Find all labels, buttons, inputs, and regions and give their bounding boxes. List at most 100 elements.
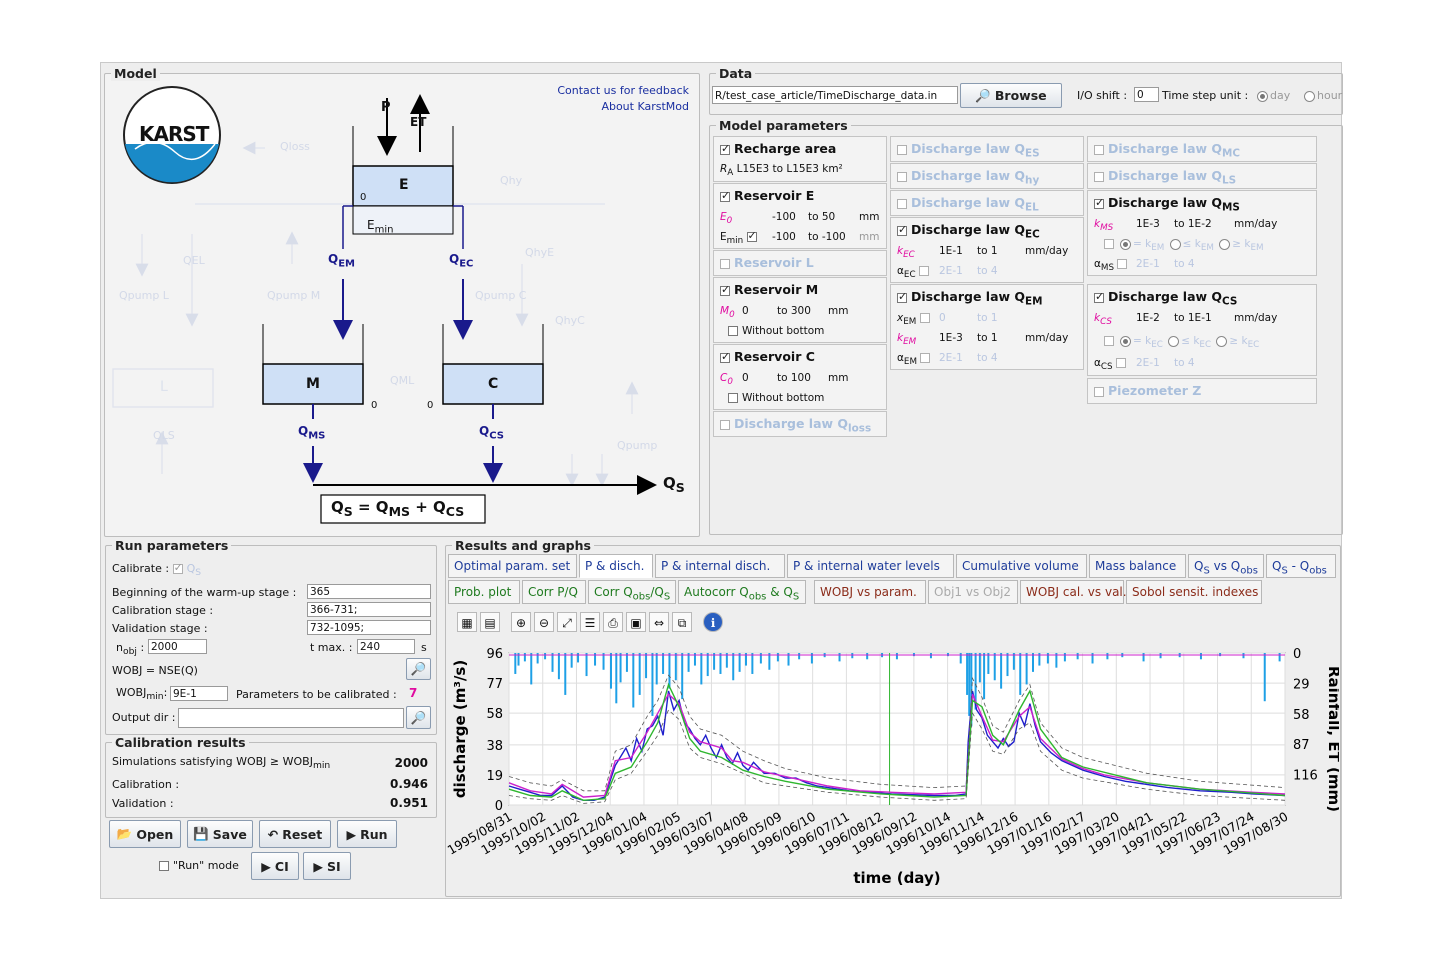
save-button[interactable]: 💾 Save (187, 820, 253, 848)
kec-from[interactable]: 1E-1 (939, 245, 963, 257)
tab-sobol-sensit-indexes[interactable]: Sobol sensit. indexes (1126, 580, 1262, 604)
output-dir-browse-button[interactable]: 🔎 (406, 706, 431, 729)
tab-autocorr[interactable]: Autocorr Qobs & QS (678, 580, 806, 604)
e0-from[interactable]: -100 (772, 211, 796, 223)
ci-button[interactable]: ▶ CI (251, 852, 299, 880)
kec-to[interactable]: to 1 (977, 245, 998, 257)
qes-checkbox[interactable] (897, 144, 907, 155)
tab-obj1-vs-obj2[interactable]: Obj1 vs Obj2 (928, 580, 1018, 604)
reservoir-m-checkbox[interactable] (720, 283, 730, 296)
zoom-out-icon[interactable]: ⊖ (534, 612, 554, 632)
print-icon[interactable]: ⎙ (603, 612, 623, 632)
tab-wobj-vs-param-[interactable]: WOBJ vs param. (814, 580, 926, 604)
tab-corr-qobs-qs[interactable]: Corr Qobs/QS (588, 580, 676, 604)
qec-checkbox[interactable] (897, 223, 907, 236)
aem-to[interactable]: to 4 (977, 352, 998, 364)
kcs-from[interactable]: 1E-2 (1136, 312, 1160, 324)
rain-bar (1019, 653, 1022, 695)
disk-icon: 💾 (193, 826, 209, 841)
timestep-day-radio[interactable]: day (1255, 89, 1290, 102)
kms-from[interactable]: 1E-3 (1136, 218, 1160, 230)
acs-from[interactable]: 2E-1 (1136, 357, 1160, 369)
emin-to[interactable]: to -100 (808, 231, 846, 243)
m-without-bottom[interactable]: Without bottom (728, 325, 824, 337)
io-shift-field[interactable]: 0 (1134, 87, 1159, 102)
table-icon[interactable]: ▦ (457, 612, 477, 632)
tab-qs-minus-qobs[interactable]: QS - Qobs (1266, 554, 1336, 578)
tab-mass-balance[interactable]: Mass balance (1089, 554, 1186, 578)
qls-checkbox[interactable] (1094, 171, 1104, 182)
tab-qs-vs-qobs[interactable]: QS vs Qobs (1188, 554, 1264, 578)
open-button[interactable]: 📂 Open (109, 820, 181, 848)
nobj-field[interactable]: 2000 (148, 639, 207, 654)
resize-icon[interactable]: ⇔ (649, 612, 669, 632)
kem-from[interactable]: 1E-3 (939, 332, 963, 344)
e0-to[interactable]: to 50 (808, 211, 835, 223)
kcs-to[interactable]: to 1E-1 (1174, 312, 1212, 324)
timestep-hour-radio[interactable]: hour (1302, 89, 1342, 102)
browse-button[interactable]: 🔎 Browse (960, 83, 1062, 108)
emin-checkbox[interactable] (746, 229, 757, 242)
qem-checkbox[interactable] (897, 290, 907, 303)
zoom-in-icon[interactable]: ⊕ (511, 612, 531, 632)
properties-icon[interactable]: ☰ (580, 612, 600, 632)
fit-icon[interactable]: ⤢ (557, 612, 577, 632)
run-mode-checkbox[interactable]: "Run" mode (159, 859, 239, 872)
tab-p-internal-water-levels[interactable]: P & internal water levels (787, 554, 954, 578)
aec-from[interactable]: 2E-1 (939, 265, 963, 277)
qmc-checkbox[interactable] (1094, 144, 1104, 155)
rain-bar (638, 653, 641, 695)
rain-bar (1199, 653, 1202, 660)
m0-to[interactable]: to 300 (777, 305, 811, 317)
qms-constraint[interactable]: = kEM ≤ kEM ≥ kEM (1104, 238, 1264, 253)
kem-to[interactable]: to 1 (977, 332, 998, 344)
qel-checkbox[interactable] (897, 198, 907, 209)
c0-to[interactable]: to 100 (777, 372, 811, 384)
si-button[interactable]: ▶ SI (303, 852, 351, 880)
tab-prob-plot[interactable]: Prob. plot (448, 580, 520, 604)
wobj-select-button[interactable]: 🔎 (406, 658, 431, 680)
c0-from[interactable]: 0 (742, 372, 749, 384)
run-button[interactable]: ▶ Run (337, 820, 397, 848)
kms-to[interactable]: to 1E-2 (1174, 218, 1212, 230)
tmax-field[interactable]: 240 (357, 639, 415, 654)
qms-checkbox[interactable] (1094, 196, 1104, 209)
validation-stage-field[interactable]: 732-1095; (307, 620, 431, 635)
warmup-field[interactable]: 365 (307, 584, 431, 599)
xem-to[interactable]: to 1 (977, 312, 998, 324)
recharge-checkbox[interactable] (720, 142, 730, 155)
info-icon[interactable]: ℹ (703, 612, 723, 632)
qhy-checkbox[interactable] (897, 171, 907, 182)
tab-p-internal-disch-[interactable]: P & internal disch. (655, 554, 785, 578)
tab-p-disch-[interactable]: P & disch. (579, 554, 653, 578)
qcs-checkbox[interactable] (1094, 290, 1104, 303)
calibration-stage-field[interactable]: 366-731; (307, 602, 431, 617)
output-dir-field[interactable] (178, 708, 404, 728)
ams-from[interactable]: 2E-1 (1136, 258, 1160, 270)
qcs-constraint[interactable]: = kEC ≤ kEC ≥ kEC (1104, 335, 1259, 350)
wobjmin-field[interactable]: 9E-1 (170, 686, 228, 701)
reservoir-c-checkbox[interactable] (720, 350, 730, 363)
grid-icon[interactable]: ▤ (480, 612, 500, 632)
qloss-checkbox[interactable] (720, 419, 730, 430)
ams-to[interactable]: to 4 (1174, 258, 1195, 270)
save-chart-icon[interactable]: ▣ (626, 612, 646, 632)
aec-to[interactable]: to 4 (977, 265, 998, 277)
xem-from[interactable]: 0 (939, 312, 946, 324)
c-without-bottom[interactable]: Without bottom (728, 392, 824, 404)
aem-from[interactable]: 2E-1 (939, 352, 963, 364)
reservoir-l-checkbox[interactable] (720, 258, 730, 269)
tab-corr-p-q[interactable]: Corr P/Q (522, 580, 586, 604)
data-file-path[interactable]: R/test_case_article/TimeDischarge_data.i… (712, 86, 958, 104)
m0-from[interactable]: 0 (742, 305, 749, 317)
calibrate-checkbox[interactable] (172, 561, 183, 574)
tab-wobj-cal-vs-val-[interactable]: WOBJ cal. vs val. (1020, 580, 1127, 604)
tab-cumulative-volume[interactable]: Cumulative volume (956, 554, 1087, 578)
copy-icon[interactable]: ⧉ (672, 612, 692, 632)
tab-optimal-param-set[interactable]: Optimal param. set (448, 554, 577, 578)
emin-from[interactable]: -100 (772, 231, 796, 243)
acs-to[interactable]: to 4 (1174, 357, 1195, 369)
piezometer-checkbox[interactable] (1094, 386, 1104, 397)
reset-button[interactable]: ↶ Reset (259, 820, 331, 848)
reservoir-e-checkbox[interactable] (720, 189, 730, 202)
